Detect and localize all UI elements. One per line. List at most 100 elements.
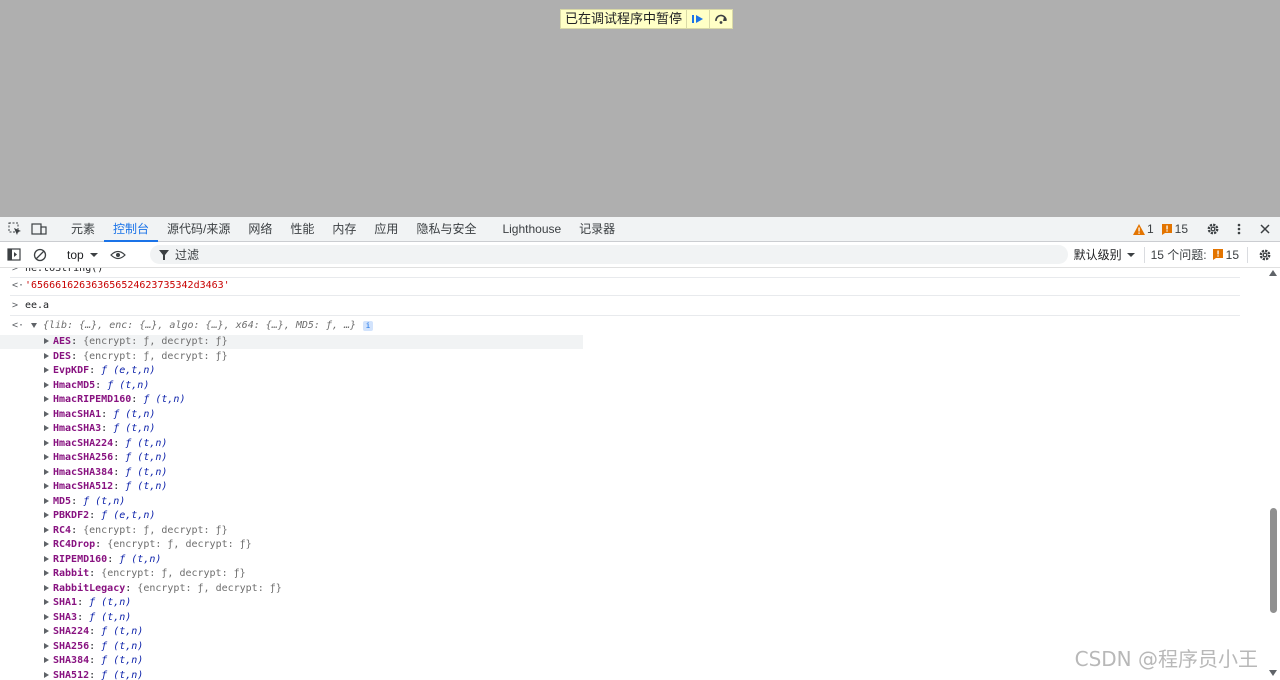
tab-elements[interactable]: 元素	[62, 217, 104, 241]
more-options-button[interactable]	[1228, 218, 1250, 240]
tab-console[interactable]: 控制台	[104, 217, 159, 242]
expand-triangle-icon[interactable]	[44, 425, 49, 431]
settings-button[interactable]	[1202, 218, 1224, 240]
console-scrollbar[interactable]	[1268, 268, 1278, 680]
paused-banner-text: 已在调试程序中暂停	[565, 11, 683, 26]
console-result-string[interactable]: '656661626363656524623735342d3463'	[25, 279, 230, 293]
console-toolbar: top 过滤 默认级别 15 个问题: 15	[0, 242, 1280, 268]
object-property-row[interactable]: SHA512: ƒ (t,n)	[44, 669, 143, 680]
warnings-badge[interactable]: 1	[1132, 222, 1154, 236]
errors-badge[interactable]: 15	[1161, 222, 1188, 236]
expand-triangle-icon[interactable]	[44, 483, 49, 489]
expand-triangle-icon[interactable]	[44, 657, 49, 663]
object-property-row[interactable]: HmacSHA1: ƒ (t,n)	[44, 408, 155, 422]
object-property-row[interactable]: RIPEMD160: ƒ (t,n)	[44, 553, 161, 567]
resume-button[interactable]	[686, 10, 709, 28]
expand-triangle-icon[interactable]	[44, 671, 49, 678]
issues-link[interactable]: 15 个问题: 15	[1151, 246, 1239, 263]
property-value: {encrypt: ƒ, decrypt: ƒ}	[83, 350, 228, 362]
property-value: ƒ (t,n)	[113, 423, 156, 434]
object-property-row[interactable]: MD5: ƒ (t,n)	[44, 495, 125, 509]
object-property-row[interactable]: HmacSHA3: ƒ (t,n)	[44, 422, 155, 436]
scroll-up-arrow-icon[interactable]	[1269, 270, 1277, 276]
object-property-row[interactable]: SHA3: ƒ (t,n)	[44, 611, 131, 625]
expand-triangle-icon[interactable]	[44, 526, 49, 533]
object-property-row[interactable]: SHA1: ƒ (t,n)	[44, 596, 131, 610]
tab-lighthouse[interactable]: Lighthouse	[493, 217, 570, 241]
property-key: SHA224	[53, 626, 90, 637]
clear-console-button[interactable]	[29, 244, 51, 266]
scroll-thumb[interactable]	[1270, 508, 1277, 613]
object-property-row[interactable]: RC4Drop: {encrypt: ƒ, decrypt: ƒ}	[44, 538, 252, 552]
object-property-row[interactable]: SHA256: ƒ (t,n)	[44, 640, 143, 654]
expand-triangle-icon[interactable]	[44, 570, 49, 576]
property-value: ƒ (t,n)	[107, 379, 150, 391]
scroll-down-arrow-icon[interactable]	[1269, 670, 1277, 676]
object-property-row[interactable]: EvpKDF: ƒ (e,t,n)	[44, 364, 155, 378]
expand-triangle-icon[interactable]	[44, 367, 49, 373]
property-key: SHA256	[53, 640, 90, 652]
object-property-row[interactable]: HmacSHA384: ƒ (t,n)	[44, 466, 167, 480]
input-prompt-icon: >	[12, 300, 19, 311]
object-property-row[interactable]: DES: {encrypt: ƒ, decrypt: ƒ}	[44, 350, 228, 364]
expand-triangle-icon[interactable]	[44, 599, 49, 605]
object-property-row[interactable]: HmacSHA224: ƒ (t,n)	[44, 437, 167, 451]
tab-network[interactable]: 网络	[239, 217, 281, 241]
log-level-selector[interactable]: 默认级别	[1074, 246, 1136, 263]
property-colon: :	[95, 379, 108, 391]
close-devtools-button[interactable]	[1254, 218, 1276, 240]
object-property-row[interactable]: Rabbit: {encrypt: ƒ, decrypt: ƒ}	[44, 567, 246, 581]
property-colon: :	[89, 568, 102, 579]
object-property-row[interactable]: AES: {encrypt: ƒ, decrypt: ƒ}	[44, 335, 228, 349]
info-icon[interactable]: i	[363, 321, 373, 331]
show-sidebar-button[interactable]	[3, 244, 25, 266]
object-property-row[interactable]: HmacMD5: ƒ (t,n)	[44, 379, 149, 393]
object-property-row[interactable]: HmacRIPEMD160: ƒ (t,n)	[44, 393, 185, 407]
expand-triangle-icon[interactable]	[44, 497, 49, 504]
tab-recorder[interactable]: 记录器	[570, 217, 624, 241]
expand-triangle-icon[interactable]	[44, 381, 49, 388]
step-over-button[interactable]	[709, 10, 732, 28]
object-property-row[interactable]: PBKDF2: ƒ (e,t,n)	[44, 509, 155, 523]
live-expression-button[interactable]	[107, 244, 129, 266]
expand-triangle-icon[interactable]	[44, 642, 49, 649]
filter-input[interactable]: 过滤	[150, 245, 1068, 264]
tab-application[interactable]: 应用	[365, 217, 407, 241]
object-property-row[interactable]: RC4: {encrypt: ƒ, decrypt: ƒ}	[44, 524, 228, 538]
expand-triangle-icon[interactable]	[44, 454, 49, 460]
property-key: DES	[53, 350, 72, 362]
object-property-row[interactable]: HmacSHA256: ƒ (t,n)	[44, 451, 167, 465]
property-colon: :	[101, 423, 114, 434]
tab-memory[interactable]: 内存	[323, 217, 365, 241]
object-property-row[interactable]: RabbitLegacy: {encrypt: ƒ, decrypt: ƒ}	[44, 582, 282, 596]
property-colon: :	[113, 452, 126, 463]
object-property-row[interactable]: SHA224: ƒ (t,n)	[44, 625, 143, 639]
expand-triangle-icon[interactable]	[44, 584, 49, 591]
expand-triangle-icon[interactable]	[44, 555, 49, 562]
expand-triangle-icon[interactable]	[44, 352, 49, 359]
property-value: ƒ (t,n)	[101, 640, 144, 652]
expand-triangle-icon[interactable]	[44, 541, 49, 547]
expand-triangle-icon[interactable]	[44, 613, 49, 620]
object-property-row[interactable]: HmacSHA512: ƒ (t,n)	[44, 480, 167, 494]
expand-triangle-icon[interactable]	[44, 396, 49, 402]
tab-privacy-security[interactable]: 隐私与安全	[407, 217, 485, 241]
property-value: ƒ (t,n)	[125, 466, 168, 478]
expand-triangle-icon[interactable]	[44, 338, 49, 344]
expand-triangle-icon[interactable]	[44, 439, 49, 446]
expand-triangle-icon[interactable]	[44, 512, 49, 518]
expand-triangle-icon[interactable]	[44, 410, 49, 417]
console-output[interactable]: > ne.toString() <· '65666162636365652462…	[0, 268, 1268, 680]
toolbar-divider	[1143, 246, 1145, 263]
expand-triangle-icon[interactable]	[44, 468, 49, 475]
tab-sources[interactable]: 源代码/来源	[158, 217, 239, 241]
console-settings-button[interactable]	[1254, 244, 1276, 266]
expand-triangle-icon[interactable]	[44, 628, 49, 634]
device-toolbar-button[interactable]	[28, 218, 50, 240]
context-selector[interactable]: top	[67, 248, 99, 262]
tab-performance[interactable]: 性能	[281, 217, 323, 241]
object-property-row[interactable]: SHA384: ƒ (t,n)	[44, 654, 143, 668]
property-value: ƒ (t,n)	[101, 626, 144, 637]
inspect-element-button[interactable]	[4, 218, 26, 240]
expand-triangle-icon[interactable]	[31, 319, 41, 333]
